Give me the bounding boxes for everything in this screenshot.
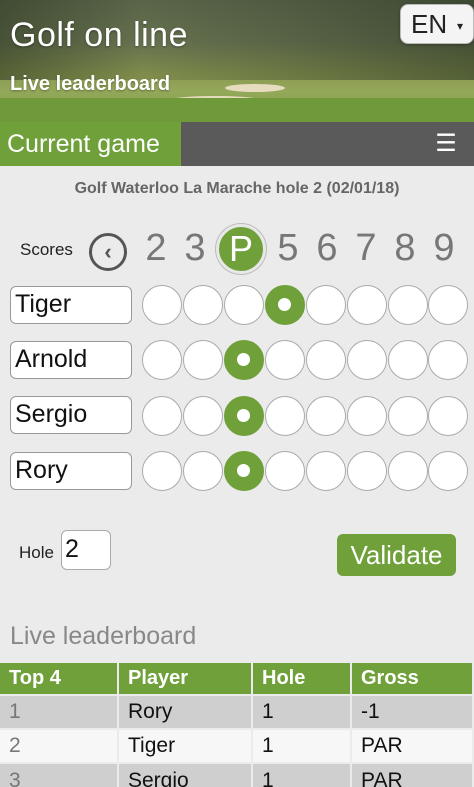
current-hole-par[interactable]: P [216, 224, 266, 274]
score-radio[interactable] [306, 340, 346, 380]
score-radio-selected[interactable] [224, 451, 264, 491]
score-radio[interactable] [183, 396, 223, 436]
score-radio[interactable] [347, 396, 387, 436]
hole-cell: 1 [252, 762, 352, 787]
player-name-field[interactable]: Rory [10, 452, 132, 490]
language-select[interactable]: EN ▾ [400, 4, 474, 44]
game-title: Golf Waterloo La Marache hole 2 (02/01/1… [74, 180, 400, 197]
score-radio[interactable] [142, 396, 182, 436]
score-radio[interactable] [428, 340, 468, 380]
score-radio[interactable] [265, 396, 305, 436]
score-radio[interactable] [388, 451, 428, 491]
leaderboard-title: Live leaderboard [10, 622, 197, 650]
score-radio[interactable] [347, 340, 387, 380]
hole-number[interactable]: 8 [385, 227, 425, 270]
score-radio[interactable] [388, 285, 428, 325]
player-cell: Rory [118, 694, 253, 729]
score-radio[interactable] [265, 340, 305, 380]
player-cell: Tiger [118, 728, 253, 763]
score-radio[interactable] [306, 451, 346, 491]
column-header-gross: Gross [351, 663, 474, 695]
rank-cell: 1 [0, 694, 119, 729]
score-radio-selected[interactable] [224, 396, 264, 436]
score-radio[interactable] [265, 451, 305, 491]
score-radio[interactable] [428, 451, 468, 491]
banner-bunker [225, 84, 285, 92]
tab-current-game[interactable]: Current game [0, 122, 181, 166]
tab-bar: Current game ☰ [0, 122, 474, 166]
player-name-field[interactable]: Sergio [10, 396, 132, 434]
hole-cell: 1 [252, 728, 352, 763]
language-code: EN [411, 9, 448, 39]
table-row[interactable]: 3 Sergio 1 PAR [0, 762, 474, 787]
score-radio[interactable] [142, 285, 182, 325]
score-radio[interactable] [388, 340, 428, 380]
hole-number[interactable]: 6 [307, 227, 347, 270]
player-name-field[interactable]: Tiger [10, 286, 132, 324]
gross-cell: PAR [351, 728, 474, 763]
app-title: Golf on line [10, 16, 188, 54]
previous-hole-icon[interactable]: ‹ [89, 233, 127, 271]
leaderboard-table: Top 4 Player Hole Gross 1 Rory 1 -1 2 Ti… [0, 663, 474, 787]
table-row[interactable]: 1 Rory 1 -1 [0, 694, 474, 729]
hole-number[interactable]: 9 [424, 227, 464, 270]
score-radio[interactable] [142, 340, 182, 380]
hole-number[interactable]: 7 [346, 227, 386, 270]
column-header-hole: Hole [252, 663, 352, 695]
table-row[interactable]: 2 Tiger 1 PAR [0, 728, 474, 763]
rank-cell: 3 [0, 762, 119, 787]
validate-button[interactable]: Validate [337, 534, 456, 576]
score-radio[interactable] [388, 396, 428, 436]
score-radio[interactable] [306, 396, 346, 436]
score-radio[interactable] [428, 396, 468, 436]
hole-number[interactable]: 3 [175, 227, 215, 270]
score-radio-selected[interactable] [224, 340, 264, 380]
rank-cell: 2 [0, 728, 119, 763]
gross-cell: PAR [351, 762, 474, 787]
chevron-down-icon: ▾ [457, 19, 464, 33]
score-radio[interactable] [183, 340, 223, 380]
app-subtitle: Live leaderboard [10, 73, 171, 95]
hole-number[interactable]: 2 [136, 227, 176, 270]
score-radio-selected[interactable] [265, 285, 305, 325]
hole-cell: 1 [252, 694, 352, 729]
player-name-field[interactable]: Arnold [10, 341, 132, 379]
score-radio[interactable] [183, 451, 223, 491]
hamburger-menu-icon[interactable]: ☰ [428, 122, 464, 166]
score-radio[interactable] [142, 451, 182, 491]
player-cell: Sergio [118, 762, 253, 787]
score-radio[interactable] [183, 285, 223, 325]
hole-number[interactable]: 5 [268, 227, 308, 270]
score-radio[interactable] [224, 285, 264, 325]
score-radio[interactable] [428, 285, 468, 325]
leaderboard-header-row: Top 4 Player Hole Gross [0, 663, 474, 695]
banner-grass [0, 98, 474, 122]
score-radio[interactable] [306, 285, 346, 325]
column-header-player: Player [118, 663, 253, 695]
hole-label: Hole [19, 543, 54, 562]
hole-input[interactable]: 2 [61, 530, 111, 570]
gross-cell: -1 [351, 694, 474, 729]
scores-label: Scores [20, 240, 73, 259]
score-radio[interactable] [347, 451, 387, 491]
score-radio[interactable] [347, 285, 387, 325]
header-banner: Golf on line Live leaderboard EN ▾ [0, 0, 474, 122]
column-header-top: Top 4 [0, 663, 119, 695]
